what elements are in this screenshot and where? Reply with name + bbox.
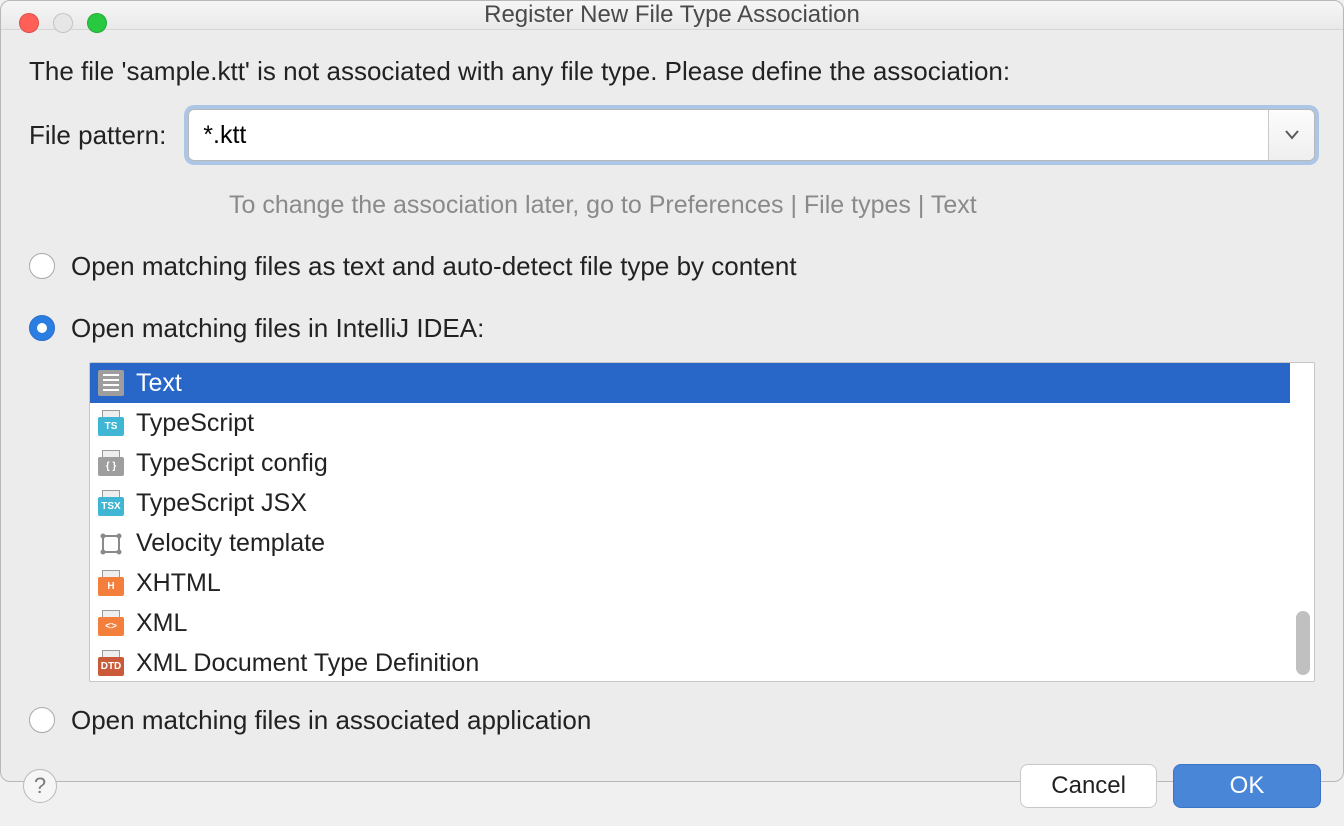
list-item-label: TypeScript bbox=[136, 409, 254, 438]
radio-option-intellij[interactable]: Open matching files in IntelliJ IDEA: bbox=[29, 308, 1315, 348]
dialog-footer: ? Cancel OK bbox=[1, 748, 1343, 826]
file-pattern-dropdown-button[interactable] bbox=[1268, 110, 1314, 160]
radio-label: Open matching files in associated applic… bbox=[71, 705, 591, 736]
file-type-icon: H bbox=[98, 570, 124, 596]
file-type-icon: DTD bbox=[98, 650, 124, 676]
dialog-window: Register New File Type Association The f… bbox=[0, 0, 1344, 782]
list-item[interactable]: { } TypeScript config bbox=[90, 443, 1290, 483]
radio-button[interactable] bbox=[29, 707, 55, 733]
radio-label: Open matching files as text and auto-det… bbox=[71, 251, 797, 282]
file-pattern-label: File pattern: bbox=[29, 120, 166, 151]
window-title: Register New File Type Association bbox=[1, 1, 1343, 29]
velocity-file-icon bbox=[98, 530, 124, 556]
list-item-label: XML Document Type Definition bbox=[136, 649, 479, 678]
cancel-button[interactable]: Cancel bbox=[1020, 764, 1157, 808]
list-item[interactable]: Text bbox=[90, 363, 1290, 403]
radio-option-autodetect[interactable]: Open matching files as text and auto-det… bbox=[29, 246, 1315, 286]
help-button[interactable]: ? bbox=[23, 769, 57, 803]
radio-option-associated-app[interactable]: Open matching files in associated applic… bbox=[29, 700, 1315, 740]
chevron-down-icon bbox=[1285, 130, 1299, 140]
radio-label: Open matching files in IntelliJ IDEA: bbox=[71, 313, 484, 344]
text-file-icon bbox=[98, 370, 124, 396]
file-type-icon: TSX bbox=[98, 490, 124, 516]
list-item[interactable]: Velocity template bbox=[90, 523, 1290, 563]
file-type-list-container: TextTSTypeScript{ }TypeScript configTSXT… bbox=[89, 362, 1315, 682]
list-item-label: Velocity template bbox=[136, 529, 325, 558]
hint-text: To change the association later, go to P… bbox=[229, 191, 1315, 220]
scrollbar[interactable] bbox=[1290, 363, 1314, 681]
list-item[interactable]: <> XML bbox=[90, 603, 1290, 643]
file-type-icon: TS bbox=[98, 410, 124, 436]
intro-text: The file 'sample.ktt' is not associated … bbox=[29, 56, 1315, 87]
ok-button[interactable]: OK bbox=[1173, 764, 1321, 808]
list-item[interactable]: DTD XML Document Type Definition bbox=[90, 643, 1290, 681]
list-item-label: XML bbox=[136, 609, 187, 638]
file-pattern-input[interactable] bbox=[189, 110, 1268, 160]
list-item-label: Text bbox=[136, 369, 182, 398]
file-type-icon: { } bbox=[98, 450, 124, 476]
window-controls bbox=[19, 13, 107, 33]
file-type-icon: <> bbox=[98, 610, 124, 636]
list-item[interactable]: H XHTML bbox=[90, 563, 1290, 603]
zoom-icon[interactable] bbox=[87, 13, 107, 33]
titlebar: Register New File Type Association bbox=[1, 1, 1343, 30]
file-type-list[interactable]: TextTSTypeScript{ }TypeScript configTSXT… bbox=[89, 362, 1315, 682]
dialog-content: The file 'sample.ktt' is not associated … bbox=[1, 30, 1343, 748]
close-icon[interactable] bbox=[19, 13, 39, 33]
help-icon: ? bbox=[34, 773, 46, 799]
radio-button[interactable] bbox=[29, 253, 55, 279]
file-pattern-row: File pattern: bbox=[29, 109, 1315, 161]
list-item-label: TypeScript JSX bbox=[136, 489, 307, 518]
radio-button[interactable] bbox=[29, 315, 55, 341]
file-pattern-combobox[interactable] bbox=[188, 109, 1315, 161]
minimize-icon bbox=[53, 13, 73, 33]
list-item-label: TypeScript config bbox=[136, 449, 328, 478]
list-item[interactable]: TS TypeScript bbox=[90, 403, 1290, 443]
list-item[interactable]: TSX TypeScript JSX bbox=[90, 483, 1290, 523]
list-item-label: XHTML bbox=[136, 569, 221, 598]
scrollbar-thumb[interactable] bbox=[1296, 611, 1310, 675]
